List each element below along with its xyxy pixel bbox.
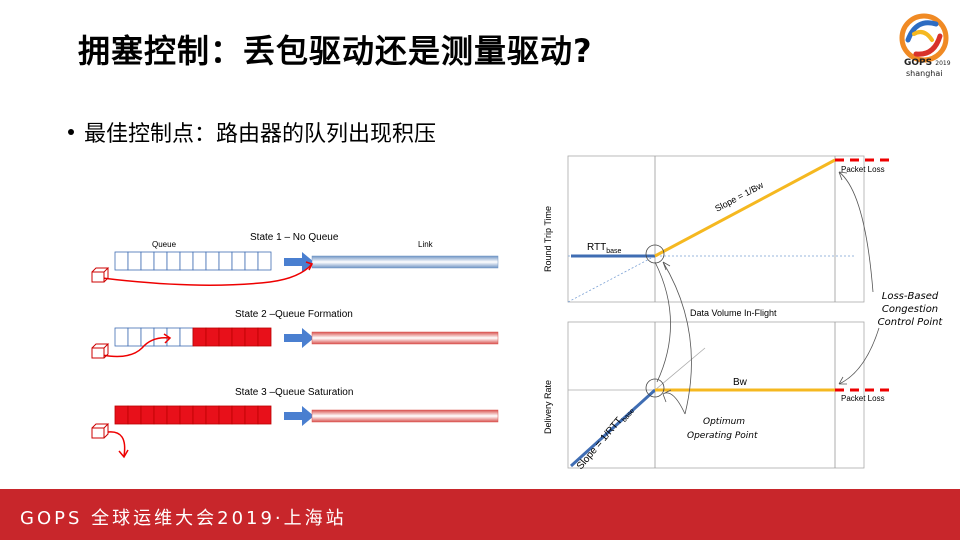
logo-city: shanghai [906, 69, 943, 78]
bullet-item: 最佳控制点：路由器的队列出现积压 [68, 116, 436, 148]
footer-text: GOPS 全球运维大会2019·上海站 [20, 508, 347, 529]
rtt-label-sub: base [606, 248, 621, 255]
queue-cell [153, 405, 168, 425]
queue-cell [192, 327, 207, 347]
queue-label: Queue [152, 240, 177, 249]
queue-state3 [114, 405, 272, 425]
queue-state1 [114, 251, 272, 271]
link-state2 [311, 331, 499, 345]
optimum-annotation-line2: Operating Point [687, 431, 758, 441]
queue-cell [231, 327, 246, 347]
loss-annotation-line2: Congestion [881, 304, 939, 315]
bottom-loss-label: Packet Loss [841, 394, 885, 403]
queue-diagram: State 1 – No Queue Queue Link State 2 –Q… [91, 232, 499, 459]
queue-cell [205, 405, 220, 425]
queue-cell [218, 405, 233, 425]
packet-icon-state2 [91, 343, 110, 359]
queue-cell [231, 251, 246, 271]
queue-cell [244, 405, 259, 425]
rtt-label-main: RTT [587, 242, 606, 253]
queue-cell [114, 251, 129, 271]
link-label: Link [418, 240, 434, 249]
queue-cell [127, 327, 142, 347]
footer-bar: GOPS 全球运维大会2019·上海站 [0, 489, 960, 540]
packet-icon-state3 [91, 423, 110, 439]
packet-drop-path [107, 431, 126, 457]
bottom-slope-label: Slope = 1/RTTbase [575, 404, 636, 472]
bw-label: Bw [733, 377, 748, 388]
queue-cell [257, 251, 272, 271]
queue-cell [140, 251, 155, 271]
loss-arrow-top [838, 171, 874, 293]
bottom-ylabel: Delivery Rate [543, 380, 553, 434]
queue-cell [179, 327, 194, 347]
queue-cell [114, 327, 129, 347]
loss-annotation-line3: Control Point [877, 317, 943, 328]
queue-cell [166, 405, 181, 425]
queue-cell [179, 251, 194, 271]
queue-cell [257, 327, 272, 347]
loss-annotation-line1: Loss-Based [881, 291, 939, 302]
loss-based-annotation: Loss-Based Congestion Control Point [868, 290, 952, 329]
queue-cell [140, 405, 155, 425]
bw-projection-dashed [567, 255, 656, 303]
logo-brand-text: GOPS [904, 58, 933, 68]
rtt-slope-line [654, 158, 836, 258]
top-graph-frame [567, 155, 865, 303]
queue-cell [192, 405, 207, 425]
link-state3 [311, 409, 499, 423]
bullet-dot [68, 129, 74, 135]
top-slope-label: Slope = 1/Bw [713, 180, 765, 214]
queue-cell [205, 327, 220, 347]
queue-cell [257, 405, 272, 425]
logo-brand: GOPS 2019 [904, 58, 951, 68]
state2-title: State 2 –Queue Formation [235, 309, 353, 320]
top-xlabel: Data Volume In-Flight [690, 308, 777, 318]
optimum-arrow-bottom [662, 389, 686, 415]
bottom-graph-frame [567, 321, 865, 469]
bullet-text: 最佳控制点：路由器的队列出现积压 [84, 122, 437, 147]
packet-icon-state1 [91, 267, 110, 283]
queue-cell [244, 327, 259, 347]
slide-title: 拥塞控制：丢包驱动还是测量驱动? [78, 32, 593, 70]
top-ylabel: Round Trip Time [543, 206, 553, 272]
queue-cell [166, 251, 181, 271]
rtt-label: RTTbase [587, 242, 622, 255]
arrow-state3 [284, 406, 314, 426]
queue-cell [218, 327, 233, 347]
queue-cell [205, 251, 220, 271]
queue-cell [244, 251, 259, 271]
queue-cell [153, 251, 168, 271]
queue-cell [127, 251, 142, 271]
queue-cell [127, 405, 142, 425]
queue-cell [114, 405, 129, 425]
packet-drop-arrowhead [118, 449, 129, 459]
logo-year: 2019 [935, 60, 951, 67]
queue-cell [231, 405, 246, 425]
optimum-annotation-line1: Optimum [703, 417, 745, 427]
queue-cell [192, 251, 207, 271]
bbr-graphs: Round Trip Time Data Volume In-Flight RT… [543, 155, 890, 472]
queue-state2 [114, 327, 272, 347]
link-state1 [311, 255, 499, 269]
top-loss-label: Packet Loss [841, 165, 885, 174]
state1-title: State 1 – No Queue [250, 232, 339, 243]
queue-cell [179, 405, 194, 425]
state3-title: State 3 –Queue Saturation [235, 387, 353, 398]
loss-arrow-bottom [838, 327, 880, 385]
bottom-slope-main: Slope = 1/RTT [575, 415, 625, 472]
queue-cell [218, 251, 233, 271]
arrow-state2 [284, 328, 314, 348]
